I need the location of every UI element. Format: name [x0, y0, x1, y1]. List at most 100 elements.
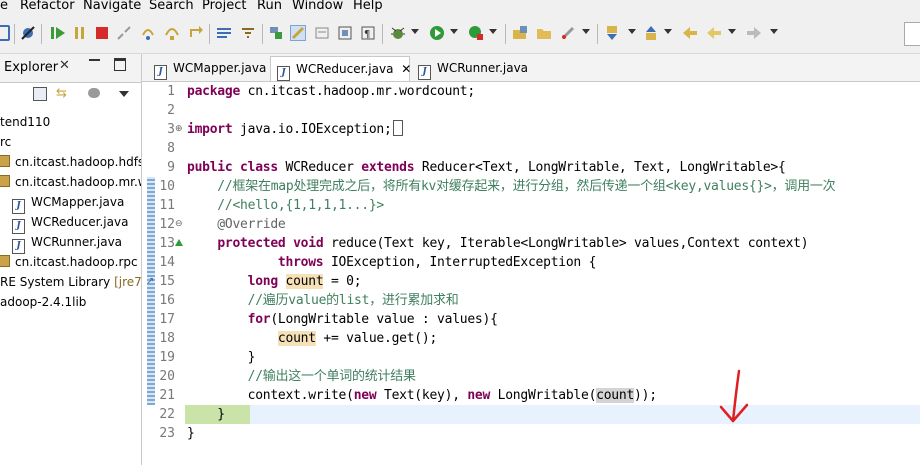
- line-number: 12: [159, 217, 175, 232]
- use-step-filters-icon[interactable]: [240, 25, 256, 41]
- maximize-icon[interactable]: [114, 58, 126, 71]
- menu-project[interactable]: Project: [202, 0, 246, 13]
- skip-breakpoints-icon[interactable]: [20, 25, 36, 41]
- java-file-icon: J: [154, 65, 167, 80]
- new-java-project-icon[interactable]: [512, 25, 528, 41]
- toolbar-separator: [262, 24, 263, 44]
- tree-item-java-file[interactable]: J WCRunner.java: [12, 232, 122, 254]
- menu-search[interactable]: Search: [149, 0, 194, 13]
- tree-item-package[interactable]: cn.itcast.hadoop.mr.w: [0, 172, 141, 192]
- code-rest: cn.itcast.hadoop.mr.wordcount;: [247, 84, 476, 99]
- link-with-editor-icon[interactable]: ⇆: [56, 86, 67, 101]
- step-into-icon[interactable]: [140, 25, 156, 41]
- code-line: 14 throws IOException, InterruptedExcept…: [142, 253, 920, 272]
- next-annotation-dropdown-icon[interactable]: [628, 29, 636, 34]
- tree-item-library[interactable]: adoop-2.4.1lib: [0, 292, 86, 312]
- close-icon[interactable]: ✕: [401, 62, 411, 76]
- previous-annotation-icon[interactable]: [643, 25, 659, 41]
- step-over-icon[interactable]: [164, 25, 180, 41]
- toolbar-separator: [41, 24, 42, 44]
- collapse-all-icon[interactable]: [33, 87, 47, 101]
- tab-label: WCMapper.java: [173, 61, 267, 75]
- code-editor[interactable]: 1 package cn.itcast.hadoop.mr.wordcount;…: [142, 82, 920, 465]
- code-line: 3 ⊕ import java.io.IOException;: [142, 120, 920, 139]
- menu-help[interactable]: Help: [353, 0, 383, 13]
- suspend-icon[interactable]: [72, 25, 88, 41]
- tree-item-library[interactable]: RE System Library [jre7]: [0, 272, 141, 292]
- view-menu-icon[interactable]: [119, 91, 129, 97]
- show-whitespace-icon[interactable]: [314, 25, 330, 41]
- mark-occurrences-icon[interactable]: [290, 25, 306, 41]
- minimize-icon[interactable]: [89, 59, 100, 64]
- save-icon[interactable]: [0, 25, 10, 41]
- focus-task-icon[interactable]: [88, 88, 100, 98]
- code-line: 9 public class WCReducer extends Reducer…: [142, 158, 920, 177]
- code-line: 8: [142, 139, 920, 158]
- quick-access-field[interactable]: [904, 22, 920, 46]
- menu-refactor[interactable]: Refactor: [20, 0, 75, 13]
- toolbar-separator: [14, 24, 15, 44]
- pencil-dropdown-icon[interactable]: [582, 29, 590, 34]
- resume-icon[interactable]: [50, 25, 66, 41]
- tree-item-project[interactable]: tend110: [0, 112, 50, 132]
- code-comment: //<hello,{1,1,1,1...}>: [187, 198, 384, 213]
- previous-annotation-dropdown-icon[interactable]: [664, 29, 672, 34]
- back-icon[interactable]: [706, 25, 722, 41]
- folded-imports-box[interactable]: [392, 120, 403, 136]
- line-number: 11: [159, 198, 175, 213]
- tree-item-java-file[interactable]: J WCReducer.java: [12, 212, 128, 234]
- forward-icon[interactable]: [746, 25, 762, 41]
- menu-navigate[interactable]: Navigate: [83, 0, 141, 13]
- line-number: 13: [159, 236, 175, 251]
- open-folder-icon[interactable]: [536, 25, 552, 41]
- expand-fold-icon[interactable]: ⊕: [175, 120, 183, 139]
- tree-item-package[interactable]: cn.itcast.hadoop.hdfs: [0, 152, 142, 172]
- paragraph-icon[interactable]: ¶: [360, 25, 376, 41]
- step-return-icon[interactable]: [188, 25, 204, 41]
- occurrence-highlight: count: [596, 388, 635, 403]
- code-text: for(LongWritable value : values){: [247, 312, 498, 327]
- external-tool-dropdown-icon[interactable]: [489, 29, 497, 34]
- tab-wcrunner[interactable]: J WCRunner.java: [414, 56, 534, 81]
- close-icon[interactable]: ✕: [59, 58, 70, 73]
- tab-wcmapper[interactable]: J WCMapper.java: [148, 56, 268, 81]
- run-dropdown-icon[interactable]: [450, 29, 458, 34]
- open-type-icon[interactable]: [268, 25, 284, 41]
- back-dropdown-icon[interactable]: [728, 29, 736, 34]
- code-text: }: [187, 350, 256, 365]
- tab-wcreducer[interactable]: J WCReducer.java ✕: [270, 56, 411, 81]
- disconnect-icon[interactable]: [116, 25, 132, 41]
- line-number: 20: [159, 369, 175, 384]
- menu-run[interactable]: Run: [257, 0, 282, 13]
- forward-dropdown-icon[interactable]: [770, 29, 778, 34]
- collapse-fold-icon[interactable]: ⊖: [175, 215, 183, 234]
- code-line: 22 }: [142, 405, 920, 424]
- code-annotation: @Override: [187, 217, 286, 232]
- tree-item-package[interactable]: cn.itcast.hadoop.rpc: [0, 252, 138, 272]
- block-selection-icon[interactable]: [337, 25, 353, 41]
- menu-edit[interactable]: e: [0, 0, 8, 13]
- code-line: 15 ↗ long count = 0;: [142, 272, 920, 291]
- terminate-icon[interactable]: [94, 25, 110, 41]
- drop-to-frame-icon[interactable]: [216, 25, 232, 41]
- toolbar-separator: [505, 24, 506, 44]
- pencil-icon[interactable]: [560, 25, 576, 41]
- explorer-tab-label[interactable]: Explorer: [4, 60, 58, 75]
- tree-item-label: RE System Library: [0, 275, 111, 289]
- run-external-tool-icon[interactable]: [468, 25, 484, 41]
- next-annotation-icon[interactable]: [604, 25, 620, 41]
- tree-item-src[interactable]: rc: [0, 132, 11, 152]
- last-edit-location-icon[interactable]: [682, 25, 698, 41]
- code-text: }: [187, 407, 225, 422]
- debug-dropdown-icon[interactable]: [411, 29, 419, 34]
- occurrence-marker-icon: ↗: [146, 276, 155, 287]
- tree-item-java-file[interactable]: J WCMapper.java: [12, 192, 124, 214]
- debug-icon[interactable]: [390, 25, 406, 41]
- run-icon[interactable]: [429, 25, 445, 41]
- menu-window[interactable]: Window: [292, 0, 343, 13]
- package-icon: [0, 155, 10, 167]
- occurrence-highlight: count: [277, 331, 316, 346]
- code-text: package cn.itcast.hadoop.mr.wordcount;: [187, 84, 476, 99]
- tree-item-label: cn.itcast.hadoop.hdfs: [15, 155, 142, 169]
- toolbar-separator: [209, 24, 210, 44]
